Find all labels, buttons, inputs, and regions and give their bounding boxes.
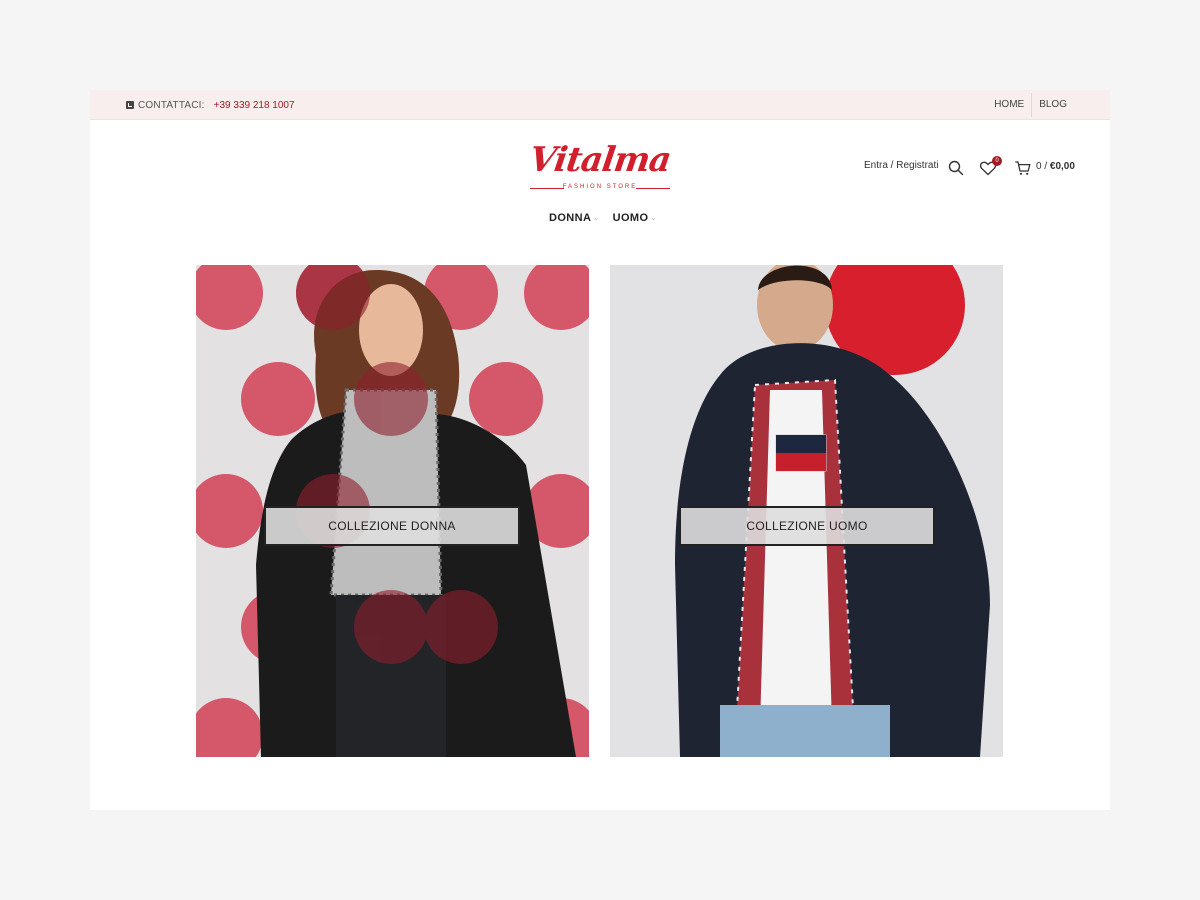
contact-phone-link[interactable]: +39 339 218 1007 [214,100,295,111]
top-nav-home[interactable]: HOME [987,93,1031,117]
cart-icon[interactable] [1015,160,1031,176]
contact-label: CONTATTACI: [138,99,205,111]
collezione-donna-button[interactable]: COLLEZIONE DONNA [264,506,520,546]
chevron-down-icon: ⌄ [650,215,657,222]
cart-count: 0 / [1036,161,1048,172]
search-icon[interactable] [948,160,964,176]
login-register-link[interactable]: Entra / Registrati [864,160,938,171]
top-bar: CONTATTACI: +39 339 218 1007 HOME BLOG [90,90,1110,120]
main-nav: DONNA ⌄ UOMO ⌄ [549,212,657,224]
nav-item-uomo[interactable]: UOMO ⌄ [613,212,657,224]
logo-subtitle: FASHION STORE [562,184,638,190]
cart-summary[interactable]: 0 / €0,00 [1036,161,1075,172]
logo-wordmark: Vitalma [527,140,673,180]
nav-item-donna[interactable]: DONNA ⌄ [549,212,600,224]
collezione-uomo-button[interactable]: COLLEZIONE UOMO [679,506,935,546]
nav-item-donna-label: DONNA [549,212,592,224]
top-nav-blog[interactable]: BLOG [1032,93,1074,117]
cart-total-amount: €0,00 [1049,161,1075,172]
logo-rule-right [636,188,670,189]
banner-uomo[interactable]: COLLEZIONE UOMO [610,265,1003,757]
contact-info: CONTATTACI: +39 339 218 1007 [126,90,295,120]
site-logo[interactable]: Vitalma FASHION STORE [527,140,673,196]
nav-item-uomo-label: UOMO [612,212,649,224]
wishlist-count-badge: 0 [992,156,1002,166]
banner-donna[interactable]: COLLEZIONE DONNA [196,265,589,757]
top-nav: HOME BLOG [987,90,1074,120]
phone-icon [126,101,134,109]
site-container: CONTATTACI: +39 339 218 1007 HOME BLOG V… [90,90,1110,810]
chevron-down-icon: ⌄ [593,215,600,222]
